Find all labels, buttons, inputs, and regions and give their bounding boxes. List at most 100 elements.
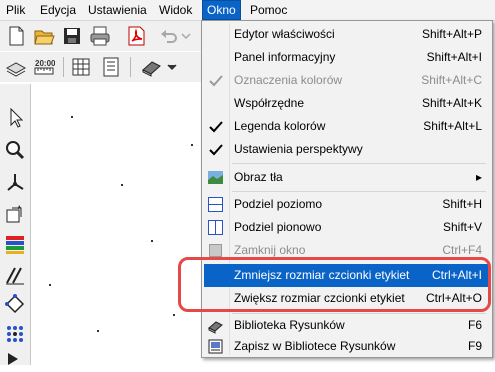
zoom-icon[interactable]	[4, 139, 26, 161]
menu-item-label: Legenda kolorów	[234, 119, 326, 133]
menu-item-edytor-wlasciwosci[interactable]: Edytor właściwości Shift+Alt+P	[204, 23, 490, 46]
menu-item-shortcut: Shift+Alt+L	[423, 119, 482, 133]
menu-item-shortcut: Shift+Alt+P	[421, 27, 482, 41]
submenu-arrow-icon: ▸	[475, 170, 482, 184]
menu-pomoc[interactable]: Pomoc	[246, 0, 291, 20]
menu-item-label: Obraz tła	[234, 170, 283, 184]
background-image-icon	[207, 169, 224, 186]
menu-item-wspolrzedne[interactable]: Współrzędne Shift+Alt+K	[204, 92, 490, 115]
grid-table-icon[interactable]	[70, 56, 92, 78]
menu-item-shortcut: Ctrl+Alt+I	[431, 268, 482, 282]
close-window-icon	[207, 242, 224, 259]
split-horizontal-icon	[207, 196, 224, 213]
menu-edycja-label: Edycja	[40, 3, 77, 17]
menu-item-shortcut: Shift+Alt+C	[421, 73, 482, 87]
menu-widok[interactable]: Widok	[155, 0, 196, 20]
menu-ustawienia-label: Ustawienia	[88, 3, 147, 17]
menu-item-label: Zapisz w Bibliotece Rysunków	[234, 339, 396, 353]
menu-item-shortcut: F9	[467, 339, 482, 353]
split-vertical-icon	[207, 219, 224, 236]
axes-icon[interactable]	[4, 171, 26, 193]
menu-item-zmniejsz-czcionke[interactable]: Zmniejsz rozmiar czcionki etykiet Ctrl+A…	[204, 264, 490, 287]
menu-edycja[interactable]: Edycja	[36, 0, 80, 20]
list-icon[interactable]	[100, 56, 122, 78]
color-palette-icon[interactable]	[4, 233, 26, 255]
grid-dot	[71, 116, 73, 118]
menu-item-legenda-kolorow[interactable]: Legenda kolorów Shift+Alt+L	[204, 115, 490, 138]
menu-item-label: Biblioteka Rysunków	[234, 318, 345, 332]
pdf-icon[interactable]	[125, 25, 147, 47]
menu-plik-label: Plik	[6, 3, 26, 17]
menu-item-oznaczenia-kolorow[interactable]: Oznaczenia kolorów Shift+Alt+C	[204, 69, 490, 92]
okno-dropdown-menu: Edytor właściwości Shift+Alt+P Panel inf…	[201, 20, 493, 358]
menu-item-shortcut: Shift+H	[442, 197, 482, 211]
menu-okno[interactable]: Okno	[202, 0, 241, 20]
menu-item-zwieksz-czcionke[interactable]: Zwiększ rozmiar czcionki etykiet Ctrl+Al…	[204, 287, 490, 310]
print-icon[interactable]	[89, 25, 111, 47]
toolbar-separator	[130, 57, 131, 77]
save-icon[interactable]	[61, 25, 83, 47]
svg-text:20:00: 20:00	[35, 59, 55, 68]
menu-item-shortcut: F6	[467, 318, 482, 332]
undo-icon[interactable]	[158, 25, 180, 47]
menu-separator	[232, 191, 486, 192]
menu-item-zamknij-okno[interactable]: Zamknij okno Ctrl+F4	[204, 239, 490, 262]
chevron-down-icon[interactable]	[166, 56, 178, 78]
chevron-down-icon[interactable]	[180, 25, 192, 47]
layers-icon[interactable]	[5, 56, 27, 78]
new-file-icon[interactable]	[5, 25, 27, 47]
menu-item-label: Zamknij okno	[234, 243, 306, 257]
scale-icon[interactable]: 20:00	[33, 56, 56, 78]
menu-widok-label: Widok	[159, 3, 193, 17]
menu-item-shortcut: Shift+Alt+K	[421, 96, 482, 110]
toolbar-separator	[63, 57, 64, 77]
grid-dot	[191, 144, 193, 146]
menu-item-label: Zmniejsz rozmiar czcionki etykiet	[234, 268, 410, 282]
main-toolbar	[0, 21, 210, 51]
node-grid-icon[interactable]	[4, 323, 26, 345]
menu-item-label: Zwiększ rozmiar czcionki etykiet	[234, 291, 405, 305]
book-icon[interactable]	[140, 56, 162, 78]
menu-item-biblioteka-rysunkow[interactable]: Biblioteka Rysunków F6	[204, 314, 490, 337]
menu-item-label: Edytor właściwości	[234, 27, 335, 41]
arrow-icon[interactable]	[4, 350, 26, 372]
grid-dot	[151, 240, 153, 242]
menu-item-label: Oznaczenia kolorów	[234, 73, 343, 87]
menu-item-label: Współrzędne	[234, 96, 305, 110]
menu-pomoc-label: Pomoc	[250, 3, 288, 17]
menu-item-podziel-pionowo[interactable]: Podziel pionowo Shift+V	[204, 216, 490, 239]
menu-item-zapisz-w-bibliotece[interactable]: Zapisz w Bibliotece Rysunków F9	[204, 335, 490, 358]
grid-dot	[173, 314, 175, 316]
grid-dot	[49, 284, 51, 286]
menu-item-shortcut: Shift+V	[442, 220, 482, 234]
menu-item-label: Ustawienia perspektywy	[234, 142, 363, 156]
menu-item-shortcut: Ctrl+Alt+O	[425, 291, 482, 305]
menu-okno-label: Okno	[207, 3, 236, 17]
checkmark-icon	[207, 72, 224, 89]
menu-ustawienia[interactable]: Ustawienia	[84, 0, 151, 20]
menu-plik[interactable]: Plik	[2, 0, 29, 20]
checkmark-icon	[207, 118, 224, 135]
menu-separator	[232, 163, 486, 164]
menu-item-ustawienia-perspektywy[interactable]: Ustawienia perspektywy	[204, 138, 490, 161]
checkmark-icon	[207, 141, 224, 158]
menu-item-panel-informacyjny[interactable]: Panel informacyjny Shift+Alt+I	[204, 46, 490, 69]
secondary-toolbar: 20:00	[0, 52, 210, 82]
library-icon	[207, 317, 224, 334]
tool-palette	[0, 84, 31, 365]
menu-item-podziel-poziomo[interactable]: Podziel poziomo Shift+H	[204, 193, 490, 216]
open-folder-icon[interactable]	[33, 25, 55, 47]
menu-item-label: Panel informacyjny	[234, 50, 336, 64]
menu-item-shortcut: Ctrl+F4	[442, 243, 482, 257]
save-library-icon	[207, 338, 224, 355]
menu-item-label: Podziel poziomo	[234, 197, 323, 211]
menu-item-obraz-tla[interactable]: Obraz tła ▸	[204, 166, 490, 189]
grid-dot	[121, 184, 123, 186]
menu-bar: Plik Edycja Ustawienia Widok Okno Pomoc	[0, 0, 495, 21]
menu-item-shortcut: Shift+Alt+I	[426, 50, 482, 64]
rotate-view-icon[interactable]	[4, 203, 26, 225]
menu-item-label: Podziel pionowo	[234, 220, 322, 234]
measure-icon[interactable]	[4, 264, 26, 286]
pointer-icon[interactable]	[4, 107, 26, 129]
diamond-node-icon[interactable]	[4, 293, 26, 315]
